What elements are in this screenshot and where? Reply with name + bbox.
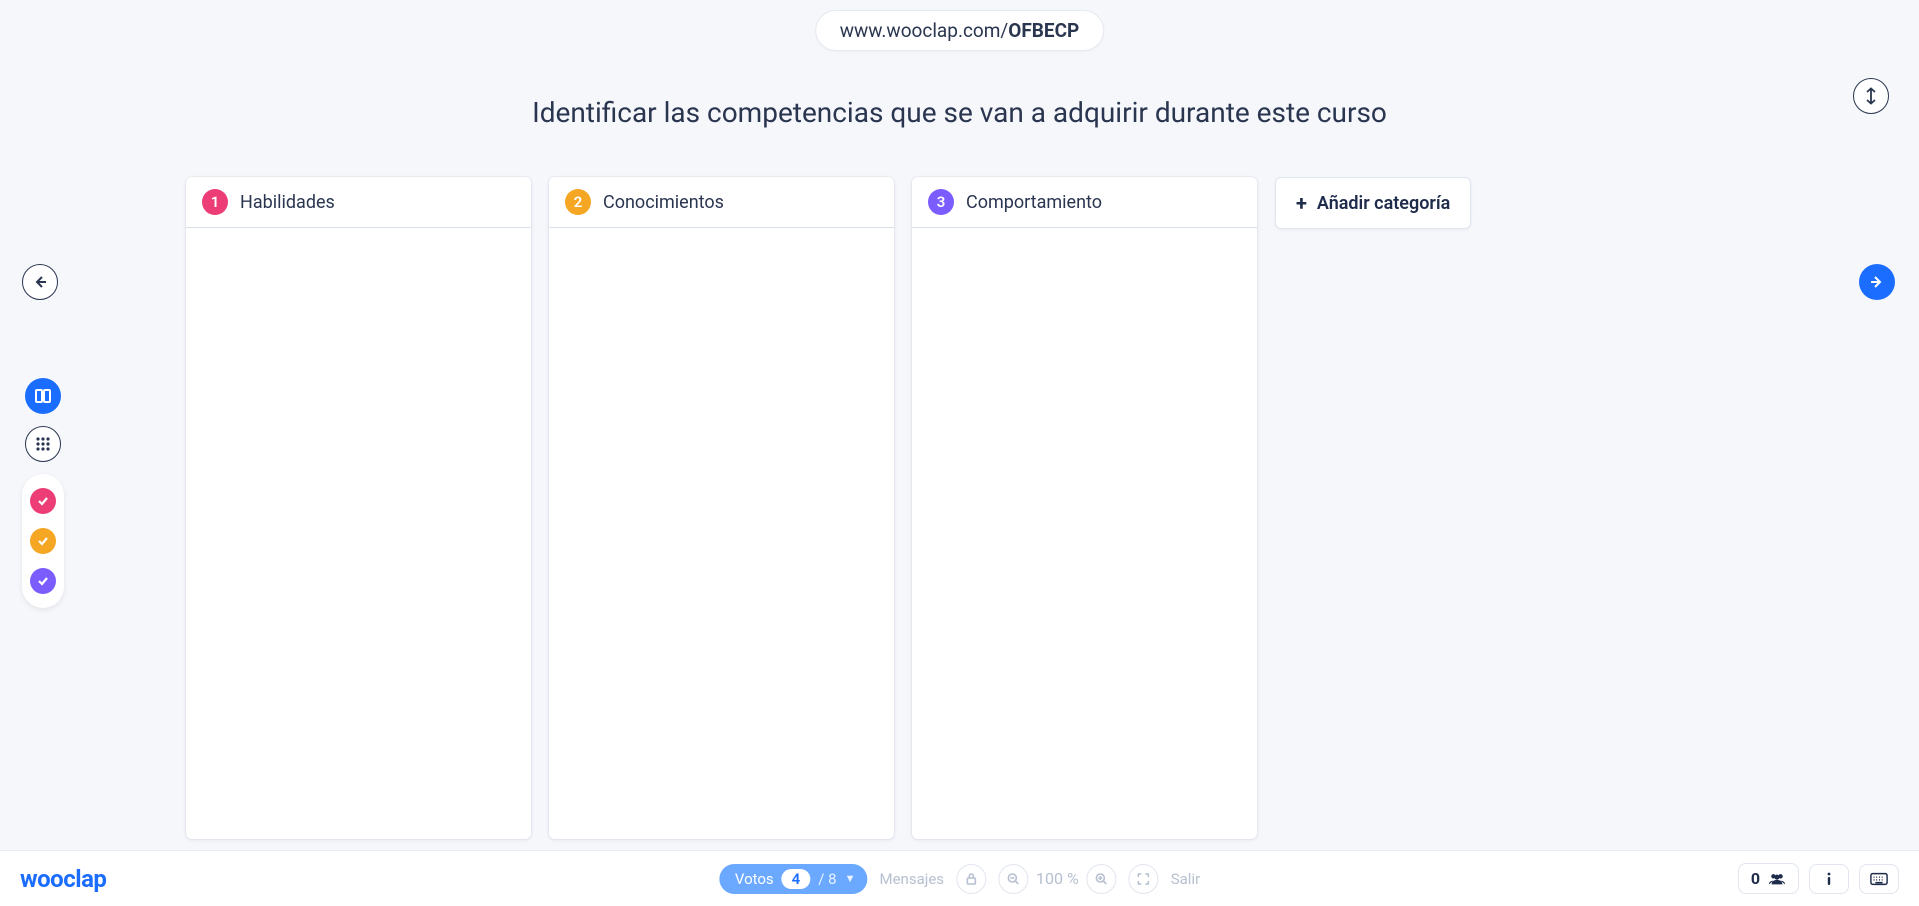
logo[interactable]: wooclap <box>20 865 106 893</box>
url-pill[interactable]: www.wooclap.com/OFBECP <box>815 10 1105 51</box>
column-badge: 1 <box>202 189 228 215</box>
lock-icon <box>964 872 978 886</box>
votes-total: / 8 <box>818 870 836 888</box>
url-code: OFBECP <box>1008 19 1079 42</box>
column-header: 3 Comportamiento <box>912 177 1257 228</box>
votes-pill[interactable]: Votos 4 / 8 ▼ <box>719 864 868 894</box>
exit-button[interactable]: Salir <box>1171 870 1200 888</box>
zoom-in-icon <box>1095 872 1109 886</box>
expand-vertical-button[interactable] <box>1853 78 1889 114</box>
column-3[interactable]: 3 Comportamiento <box>912 177 1257 839</box>
prev-slide-button[interactable] <box>22 264 58 300</box>
color-filter-panel <box>22 474 64 608</box>
grid-icon <box>34 435 52 453</box>
lock-button[interactable] <box>956 864 986 894</box>
add-category-button[interactable]: + Añadir categoría <box>1275 177 1471 229</box>
votes-count: 4 <box>782 869 811 889</box>
left-toolbar <box>22 378 64 608</box>
fullscreen-button[interactable] <box>1129 864 1159 894</box>
check-icon <box>36 574 50 588</box>
arrow-left-icon <box>32 274 48 290</box>
votes-label: Votos <box>735 870 774 888</box>
check-icon <box>36 494 50 508</box>
info-icon <box>1820 870 1838 888</box>
grid-view-button[interactable] <box>25 426 61 462</box>
keyboard-button[interactable] <box>1859 864 1899 894</box>
participants-count: 0 <box>1751 869 1760 888</box>
check-icon <box>36 534 50 548</box>
zoom-controls: 100 % <box>998 864 1117 894</box>
bottom-right-controls: 0 <box>1738 863 1899 894</box>
column-title: Comportamiento <box>966 192 1102 213</box>
color-filter-1[interactable] <box>30 488 56 514</box>
users-icon <box>1768 870 1786 888</box>
arrows-vertical-icon <box>1864 87 1878 105</box>
url-base: www.wooclap.com/ <box>840 19 1009 42</box>
keyboard-icon <box>1870 870 1888 888</box>
column-badge: 3 <box>928 189 954 215</box>
board: 1 Habilidades 2 Conocimientos 3 Comporta… <box>186 177 1471 839</box>
column-badge: 2 <box>565 189 591 215</box>
zoom-in-button[interactable] <box>1087 864 1117 894</box>
bottom-bar: wooclap Votos 4 / 8 ▼ Mensajes 100 % <box>0 850 1919 906</box>
columns-icon <box>34 387 52 405</box>
add-category-label: Añadir categoría <box>1317 193 1450 214</box>
column-title: Habilidades <box>240 192 335 213</box>
arrow-right-icon <box>1869 274 1885 290</box>
participants-button[interactable]: 0 <box>1738 863 1799 894</box>
bottom-center-controls: Votos 4 / 8 ▼ Mensajes 100 % <box>719 864 1200 894</box>
color-filter-3[interactable] <box>30 568 56 594</box>
zoom-out-icon <box>1006 872 1020 886</box>
zoom-out-button[interactable] <box>998 864 1028 894</box>
board-view-button[interactable] <box>25 378 61 414</box>
column-title: Conocimientos <box>603 192 724 213</box>
zoom-value: 100 % <box>1036 869 1079 888</box>
column-header: 1 Habilidades <box>186 177 531 228</box>
chevron-down-icon: ▼ <box>845 872 856 885</box>
fullscreen-icon <box>1137 872 1151 886</box>
info-button[interactable] <box>1809 864 1849 894</box>
messages-button[interactable]: Mensajes <box>879 870 944 888</box>
plus-icon: + <box>1296 191 1307 215</box>
column-1[interactable]: 1 Habilidades <box>186 177 531 839</box>
next-slide-button[interactable] <box>1859 264 1895 300</box>
column-header: 2 Conocimientos <box>549 177 894 228</box>
column-2[interactable]: 2 Conocimientos <box>549 177 894 839</box>
color-filter-2[interactable] <box>30 528 56 554</box>
question-title: Identificar las competencias que se van … <box>532 96 1387 129</box>
